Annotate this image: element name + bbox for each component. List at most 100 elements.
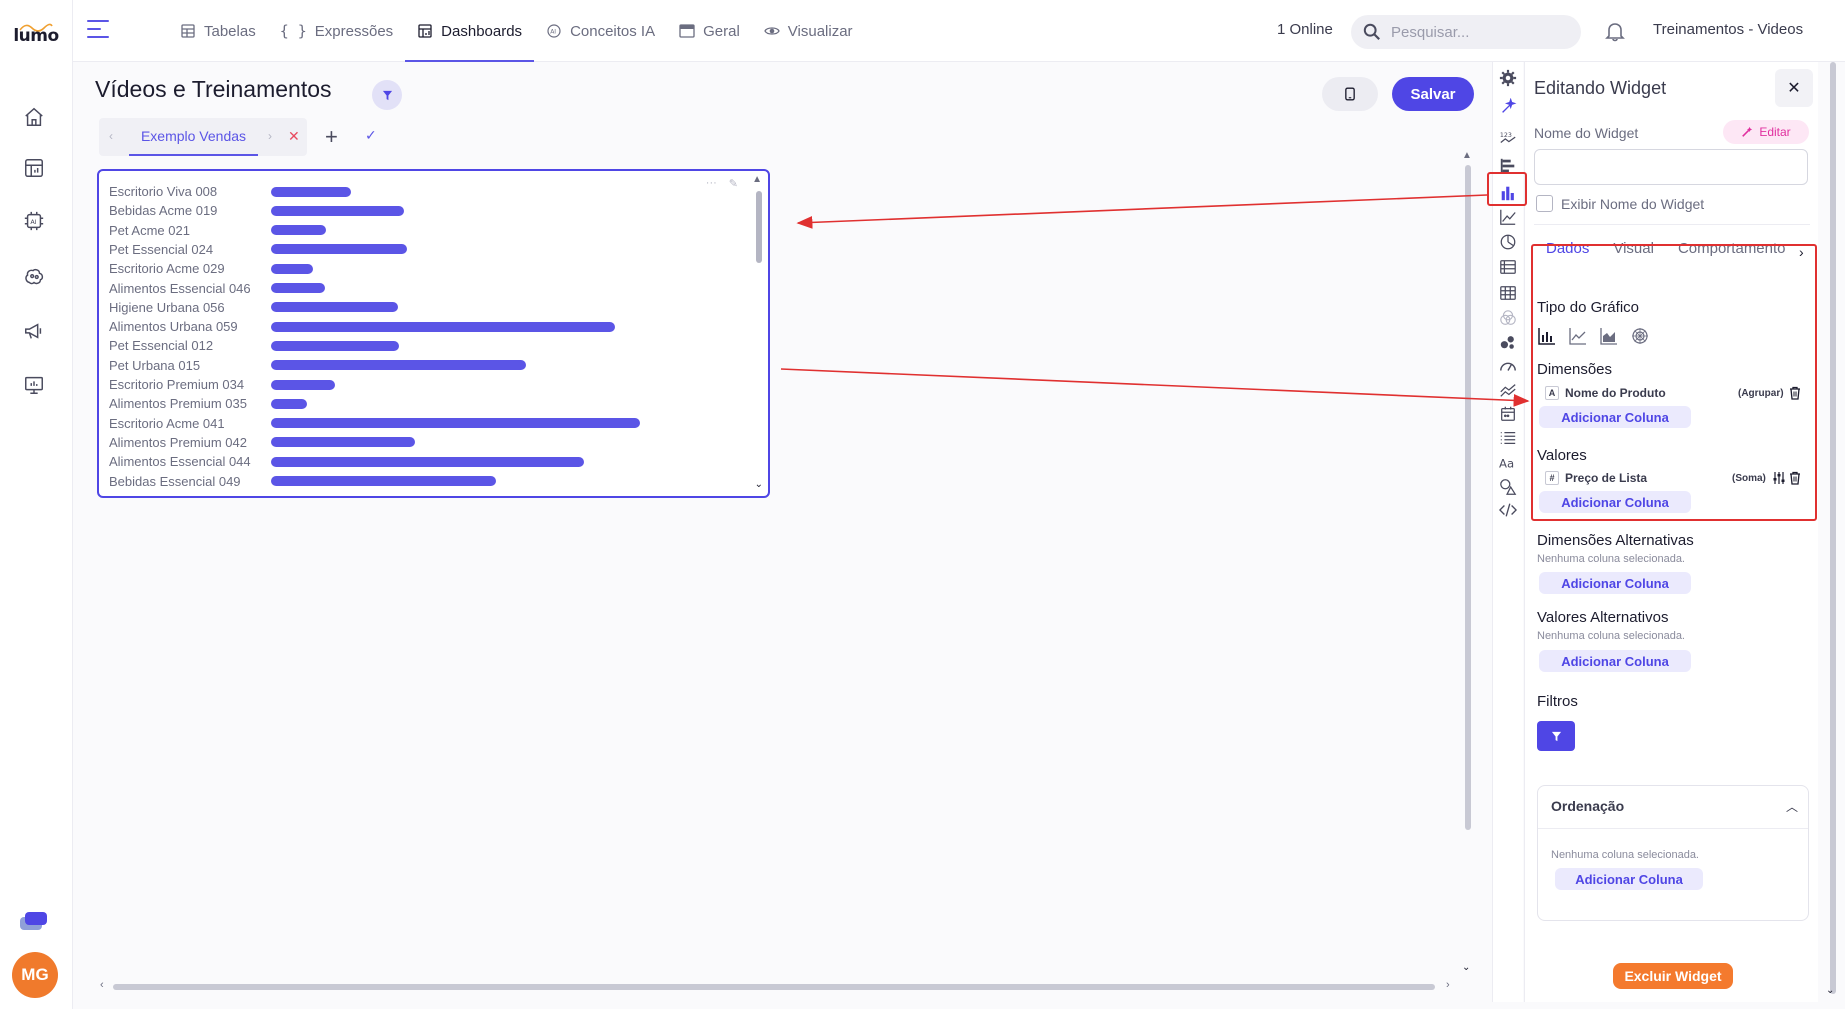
search-input[interactable] <box>1391 23 1561 41</box>
mobile-view-button[interactable] <box>1322 77 1378 111</box>
area-chart-icon[interactable] <box>1498 380 1518 400</box>
bar-chart-widget[interactable]: ··· ✎ ▲ ⌄ Escritorio Viva 008 Bebidas Acm… <box>97 169 770 498</box>
list-table-icon[interactable] <box>1498 257 1518 277</box>
main-scroll-right-icon[interactable]: › <box>1446 979 1450 991</box>
add-filter-button[interactable] <box>1537 721 1575 751</box>
edit-name-button[interactable]: Editar <box>1723 120 1809 144</box>
value-aggregation[interactable]: (Soma) <box>1732 473 1766 484</box>
horizontal-bar-chart-icon[interactable] <box>1498 156 1518 176</box>
widget-scroll-down-icon[interactable]: ⌄ <box>755 479 763 490</box>
close-panel-button[interactable]: ✕ <box>1775 69 1813 107</box>
widget-name-input[interactable] <box>1534 149 1808 185</box>
menu-toggle-icon[interactable] <box>87 20 109 40</box>
chart-bar[interactable] <box>271 263 313 274</box>
text-widget-icon[interactable]: Aa <box>1498 453 1518 473</box>
ai-chip-icon[interactable]: AI <box>21 208 47 234</box>
shapes-icon[interactable] <box>1498 477 1518 497</box>
pie-chart-icon[interactable] <box>1498 232 1518 252</box>
trash-icon[interactable] <box>1788 471 1802 485</box>
chat-icon[interactable] <box>20 912 48 932</box>
widget-more-icon[interactable]: ··· <box>706 177 717 190</box>
main-scroll-left-icon[interactable]: ‹ <box>100 979 104 991</box>
add-sheet-icon[interactable]: + <box>325 125 338 149</box>
dimension-aggregation[interactable]: (Agrupar) <box>1738 388 1784 399</box>
chart-bar[interactable] <box>271 437 415 448</box>
chart-bar[interactable] <box>271 340 399 351</box>
tab-dados[interactable]: Dados <box>1534 240 1601 270</box>
add-value-button[interactable]: Adicionar Coluna <box>1539 491 1691 513</box>
chart-bar[interactable] <box>271 205 404 216</box>
ai-sparkle-icon[interactable] <box>1498 97 1518 117</box>
sheet-close-icon[interactable]: ✕ <box>288 128 300 145</box>
save-button[interactable]: Salvar <box>1392 77 1474 111</box>
main-vertical-scrollbar[interactable] <box>1465 165 1471 830</box>
tab-geral[interactable]: Geral <box>667 0 752 62</box>
tab-dashboards[interactable]: Dashboards <box>405 0 534 62</box>
chevron-up-icon[interactable]: ︿ <box>1786 798 1798 815</box>
sheet-tab-exemplo-vendas[interactable]: Exemplo Vendas <box>129 118 258 156</box>
tab-visual[interactable]: Visual <box>1601 240 1666 270</box>
add-ordering-button[interactable]: Adicionar Coluna <box>1555 868 1703 890</box>
chart-bar[interactable] <box>271 225 326 236</box>
line-chart-type-icon[interactable] <box>1569 327 1587 345</box>
panel-scroll-down-icon[interactable]: ⌄ <box>1826 985 1834 996</box>
widget-scroll-up-icon[interactable]: ▲ <box>752 174 762 185</box>
sheet-prev-icon[interactable]: ‹ <box>109 129 113 143</box>
widget-scrollbar[interactable] <box>756 191 762 263</box>
tab-comportamento[interactable]: Comportamento <box>1666 240 1798 270</box>
main-horizontal-scrollbar[interactable] <box>113 984 1435 990</box>
chart-bar[interactable] <box>271 186 351 197</box>
panel-scrollbar[interactable] <box>1830 62 1836 994</box>
list-icon[interactable] <box>1498 428 1518 448</box>
chart-bar[interactable] <box>271 321 615 332</box>
dimension-column-row[interactable]: A Nome do Produto (Agrupar) <box>1545 384 1809 402</box>
main-scroll-up-icon[interactable]: ▲ <box>1462 150 1472 161</box>
confirm-sheet-icon[interactable]: ✓ <box>365 127 377 144</box>
number-kpi-icon[interactable]: 123 <box>1498 128 1518 148</box>
add-alt-dimension-button[interactable]: Adicionar Coluna <box>1539 572 1691 594</box>
chart-bar[interactable] <box>271 456 584 467</box>
gauge-icon[interactable] <box>1498 356 1518 376</box>
settings-gear-icon[interactable] <box>1498 68 1518 88</box>
pivot-table-icon[interactable] <box>1498 283 1518 303</box>
chart-bar[interactable] <box>271 418 640 429</box>
brain-icon[interactable] <box>21 264 47 290</box>
calendar-icon[interactable] <box>1498 404 1518 424</box>
dashboard-icon[interactable] <box>21 155 47 181</box>
tab-conceitos-ia[interactable]: AI Conceitos IA <box>534 0 667 62</box>
radar-chart-type-icon[interactable] <box>1631 327 1649 345</box>
delete-widget-button[interactable]: Excluir Widget <box>1613 963 1733 989</box>
main-scroll-down-icon[interactable]: ⌄ <box>1462 962 1470 973</box>
chart-bar[interactable] <box>271 360 526 371</box>
avatar[interactable]: MG <box>12 952 58 998</box>
dashboard-filter-button[interactable] <box>372 80 402 110</box>
tab-visualizar[interactable]: Visualizar <box>752 0 865 62</box>
tab-tabelas[interactable]: Tabelas <box>168 0 268 62</box>
add-dimension-button[interactable]: Adicionar Coluna <box>1539 406 1691 428</box>
chart-bar[interactable] <box>271 379 335 390</box>
home-icon[interactable] <box>21 104 47 130</box>
chart-bar[interactable] <box>271 244 407 255</box>
presentation-icon[interactable] <box>21 372 47 398</box>
show-name-checkbox[interactable] <box>1536 195 1553 212</box>
add-alt-value-button[interactable]: Adicionar Coluna <box>1539 650 1691 672</box>
area-chart-type-icon[interactable] <box>1600 327 1618 345</box>
chart-bar[interactable] <box>271 302 398 313</box>
vertical-bar-chart-icon[interactable] <box>1498 183 1518 203</box>
bell-icon[interactable] <box>1604 20 1626 42</box>
bubble-chart-icon[interactable] <box>1498 332 1518 352</box>
sliders-icon[interactable] <box>1772 471 1786 485</box>
tabs-scroll-right-icon[interactable]: › <box>1799 244 1804 260</box>
megaphone-icon[interactable] <box>21 318 47 344</box>
tab-expressoes[interactable]: { } Expressões <box>268 0 405 62</box>
line-chart-icon[interactable] <box>1498 207 1518 227</box>
chart-bar[interactable] <box>271 476 496 486</box>
trash-icon[interactable] <box>1788 386 1802 400</box>
app-logo[interactable]: lumo <box>12 23 60 46</box>
widget-edit-icon[interactable]: ✎ <box>729 177 738 190</box>
column-chart-type-icon[interactable] <box>1538 327 1556 345</box>
workspace-name[interactable]: Treinamentos - Videos <box>1653 21 1803 38</box>
value-column-row[interactable]: # Preço de Lista (Soma) <box>1545 469 1809 487</box>
chart-bar[interactable] <box>271 283 325 293</box>
chart-bar[interactable] <box>271 398 307 409</box>
